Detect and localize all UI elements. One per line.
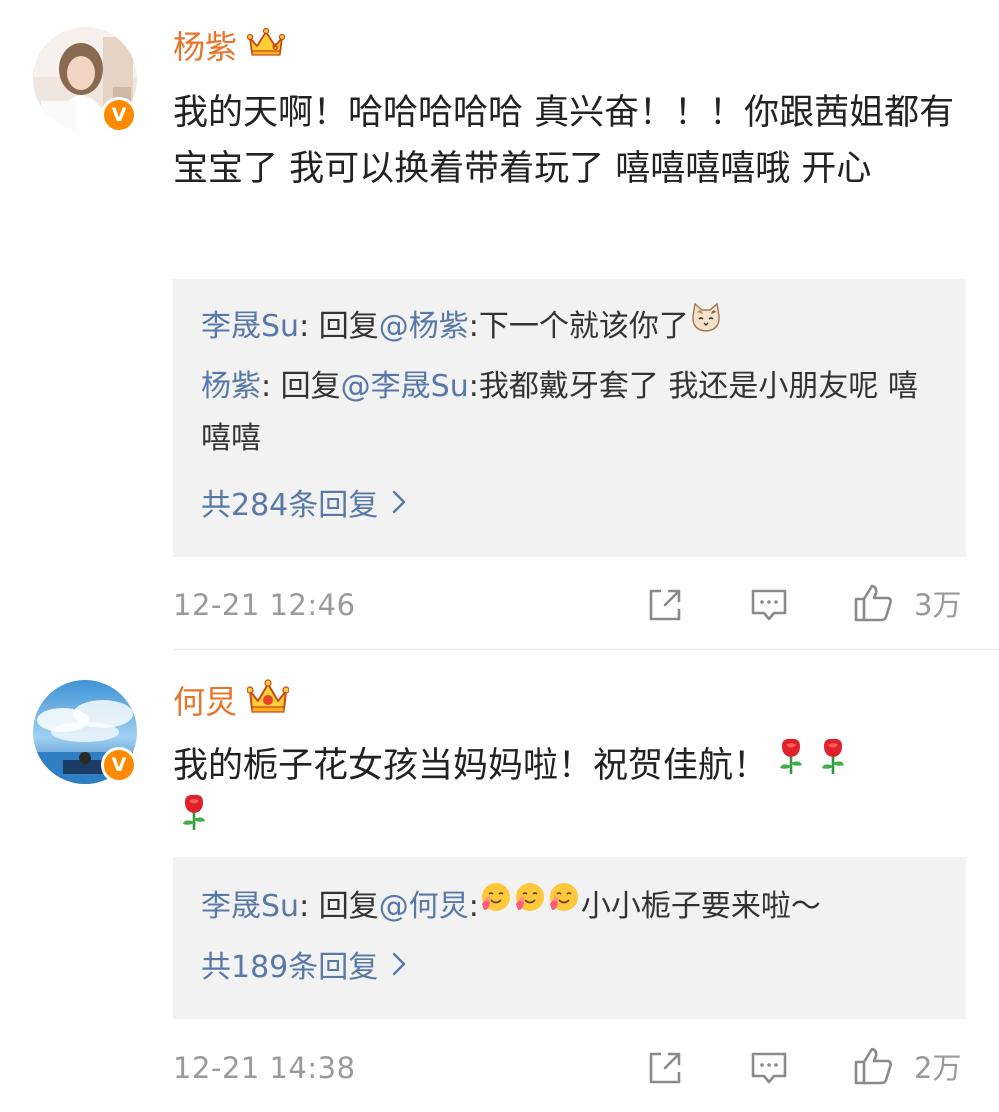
total-replies-link[interactable]: 共284条回复	[201, 486, 406, 526]
cat-face-emoji-icon	[689, 299, 723, 351]
reply-box[interactable]: 李晟Su: 回复@何炅: 小小栀子要来啦～ 共189条回复	[173, 857, 966, 1019]
total-replies-text[interactable]: 共284条回复	[201, 488, 378, 523]
chevron-right-icon	[392, 947, 406, 987]
like-icon[interactable]	[853, 1046, 893, 1086]
comment-text: 我的天啊！哈哈哈哈哈 真兴奋！！！你跟茜姐都有宝宝了 我可以换着带着玩了 嘻嘻嘻…	[173, 93, 955, 189]
reply-mention[interactable]: @杨紫	[379, 309, 469, 344]
reply-text: :下一个就该你了	[468, 309, 689, 344]
like-count: 3万	[914, 588, 962, 622]
like-count: 2万	[914, 1051, 962, 1085]
total-replies-text[interactable]: 共189条回复	[201, 950, 378, 985]
username[interactable]: 何炅	[173, 678, 290, 724]
reply-sep: : 回复	[299, 889, 379, 924]
reply-text: 小小栀子要来啦～	[580, 889, 821, 924]
reply-item[interactable]: 李晟Su: 回复@杨紫:下一个就该你了	[201, 301, 941, 353]
username-text[interactable]: 杨紫	[173, 28, 237, 66]
crown-icon	[246, 678, 290, 724]
reply-author[interactable]: 李晟Su	[201, 889, 299, 924]
rose-emoji-icon	[774, 736, 808, 793]
reply-mention[interactable]: @李晟Su	[341, 369, 469, 404]
reply-item[interactable]: 杨紫: 回复@李晟Su:我都戴牙套了 我还是小朋友呢 嘻嘻嘻	[201, 361, 941, 465]
rose-emoji-icon	[177, 792, 211, 849]
reply-author[interactable]: 杨紫	[201, 369, 261, 404]
repost-icon[interactable]	[645, 585, 685, 625]
comment-time: 12-21 12:46	[173, 588, 356, 622]
hugging-face-emoji-icon	[513, 879, 547, 931]
comment-text: 我的栀子花女孩当妈妈啦！祝贺佳航！	[173, 738, 963, 850]
reply-sep: : 回复	[299, 309, 379, 344]
comment-icon[interactable]	[749, 1048, 789, 1088]
total-replies-link[interactable]: 共189条回复	[201, 948, 406, 988]
reply-author[interactable]: 李晟Su	[201, 309, 299, 344]
reply-box[interactable]: 李晟Su: 回复@杨紫:下一个就该你了 杨紫: 回复@李晟Su:我都戴牙套了 我…	[173, 279, 966, 557]
hugging-face-emoji-icon	[547, 879, 581, 931]
username-text[interactable]: 何炅	[173, 683, 237, 721]
comment-text-content: 我的栀子花女孩当妈妈啦！祝贺佳航！	[173, 746, 769, 786]
comment-time: 12-21 14:38	[173, 1051, 356, 1085]
username[interactable]: 杨紫 6	[173, 26, 286, 67]
crown-icon: 6	[246, 26, 286, 67]
reply-item[interactable]: 李晟Su: 回复@何炅: 小小栀子要来啦～	[201, 881, 941, 933]
reply-mention[interactable]: @何炅	[379, 889, 469, 924]
repost-icon[interactable]	[645, 1048, 685, 1088]
like-icon[interactable]	[853, 583, 893, 623]
comment-item: V 何炅 我的栀子花女孩当妈妈啦！祝贺佳航！ 李晟Su: 回复@何炅: 小小栀子…	[0, 650, 999, 1112]
comment-item: V 杨紫 6 我的天啊！哈哈哈哈哈 真兴奋！！！你跟茜姐都有宝宝了 我可以换着带…	[0, 0, 999, 649]
reply-colon: :	[468, 889, 479, 924]
verified-badge-icon: V	[101, 97, 137, 133]
chevron-right-icon	[392, 485, 406, 525]
svg-text:6: 6	[272, 43, 278, 53]
rose-emoji-icon	[816, 736, 850, 793]
reply-sep: : 回复	[261, 369, 341, 404]
hugging-face-emoji-icon	[479, 879, 513, 931]
verified-badge-icon: V	[101, 747, 137, 783]
comment-icon[interactable]	[749, 585, 789, 625]
